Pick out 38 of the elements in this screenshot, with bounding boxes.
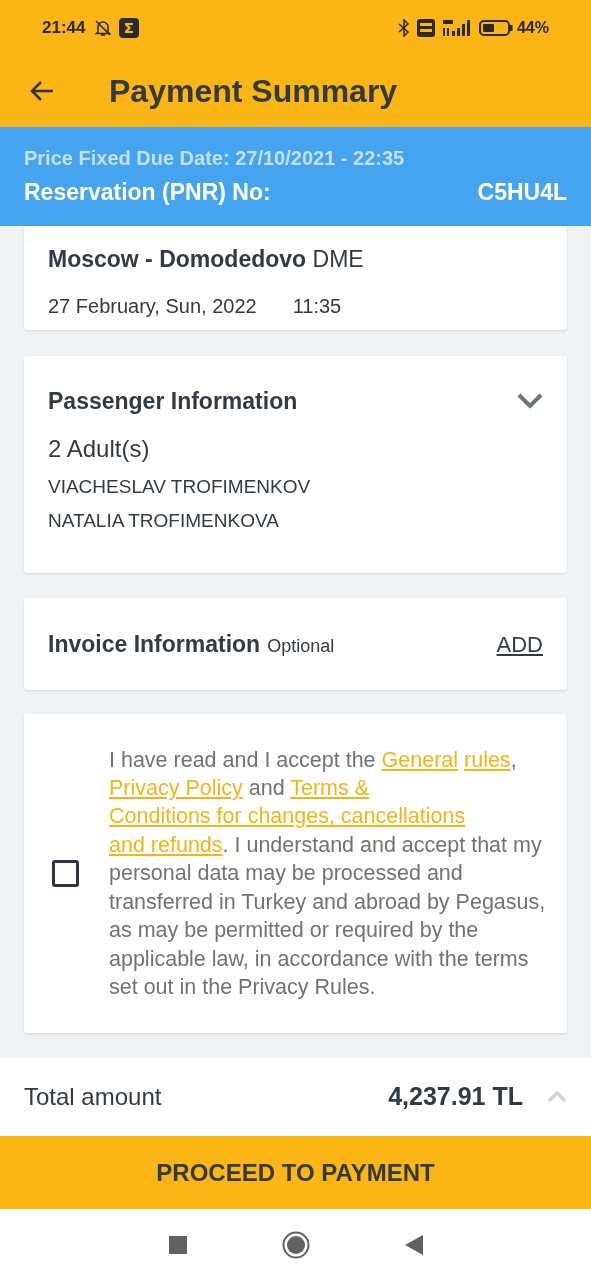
consent-link[interactable]: and refunds	[109, 832, 223, 857]
pnr-label: Reservation (PNR) No:	[24, 178, 271, 208]
flight-time: 11:35	[292, 293, 342, 319]
invoice-title: Invoice Information	[48, 629, 261, 659]
total-label: Total amount	[24, 1082, 162, 1112]
page-title: Payment Summary	[109, 72, 398, 111]
signal-icon	[440, 17, 471, 38]
app-icon	[119, 17, 140, 38]
bluetooth-icon	[396, 18, 411, 37]
proceed-button[interactable]: PROCEED TO PAYMENT	[0, 1136, 591, 1209]
add-link[interactable]: ADD	[496, 627, 543, 661]
passenger-name: VIACHESLAV TROFIMENKOV	[48, 474, 312, 499]
arrival-airport: Moscow - Domodedovo DME	[48, 245, 365, 274]
consent-text: I have read and I accept the General rules, Privacy Policy and Terms & Conditions for changes, cancellations and refunds. I understand and accept that my personal data may be processed and transferred in Turkey and abroad by Pegasus, as may be permitted or required by the applicable law, in accordance with the terms set out in the Privacy Rules.	[109, 746, 547, 1001]
total-amount: 4,237.91 TL	[388, 1081, 523, 1113]
passenger-title: Passenger Information	[48, 387, 298, 416]
passenger-name: NATALIA TROFIMENKOVA	[48, 509, 280, 533]
status-time: 21:44	[42, 16, 86, 39]
due-date-text: Price Fixed Due Date: 27/10/2021 - 22:35	[24, 146, 406, 172]
consent-checkbox[interactable]	[52, 860, 79, 887]
consent-link[interactable]: rules	[464, 747, 511, 772]
optional-label: Optional	[267, 634, 335, 658]
chevron-icon[interactable]	[517, 393, 543, 410]
battery-icon	[478, 19, 513, 36]
battery-percent: 44%	[516, 17, 549, 38]
recents-icon[interactable]	[168, 1235, 187, 1254]
adult-count: 2 Adult(s)	[48, 433, 151, 464]
home-icon[interactable]	[281, 1230, 310, 1259]
back-arrow-icon	[29, 80, 55, 102]
consent-link[interactable]: Privacy Policy	[109, 776, 243, 801]
volte-icon	[416, 18, 435, 37]
flight-date: 27 February, Sun, 2022	[48, 293, 257, 319]
pnr-value: C5HU4L	[477, 178, 567, 208]
back-icon[interactable]	[404, 1234, 423, 1255]
consent-link[interactable]: Terms &	[290, 776, 370, 801]
bell-muted-icon	[93, 17, 114, 38]
consent-link[interactable]: General	[381, 747, 459, 772]
consent-link[interactable]: Conditions for changes, cancellations	[109, 804, 466, 829]
